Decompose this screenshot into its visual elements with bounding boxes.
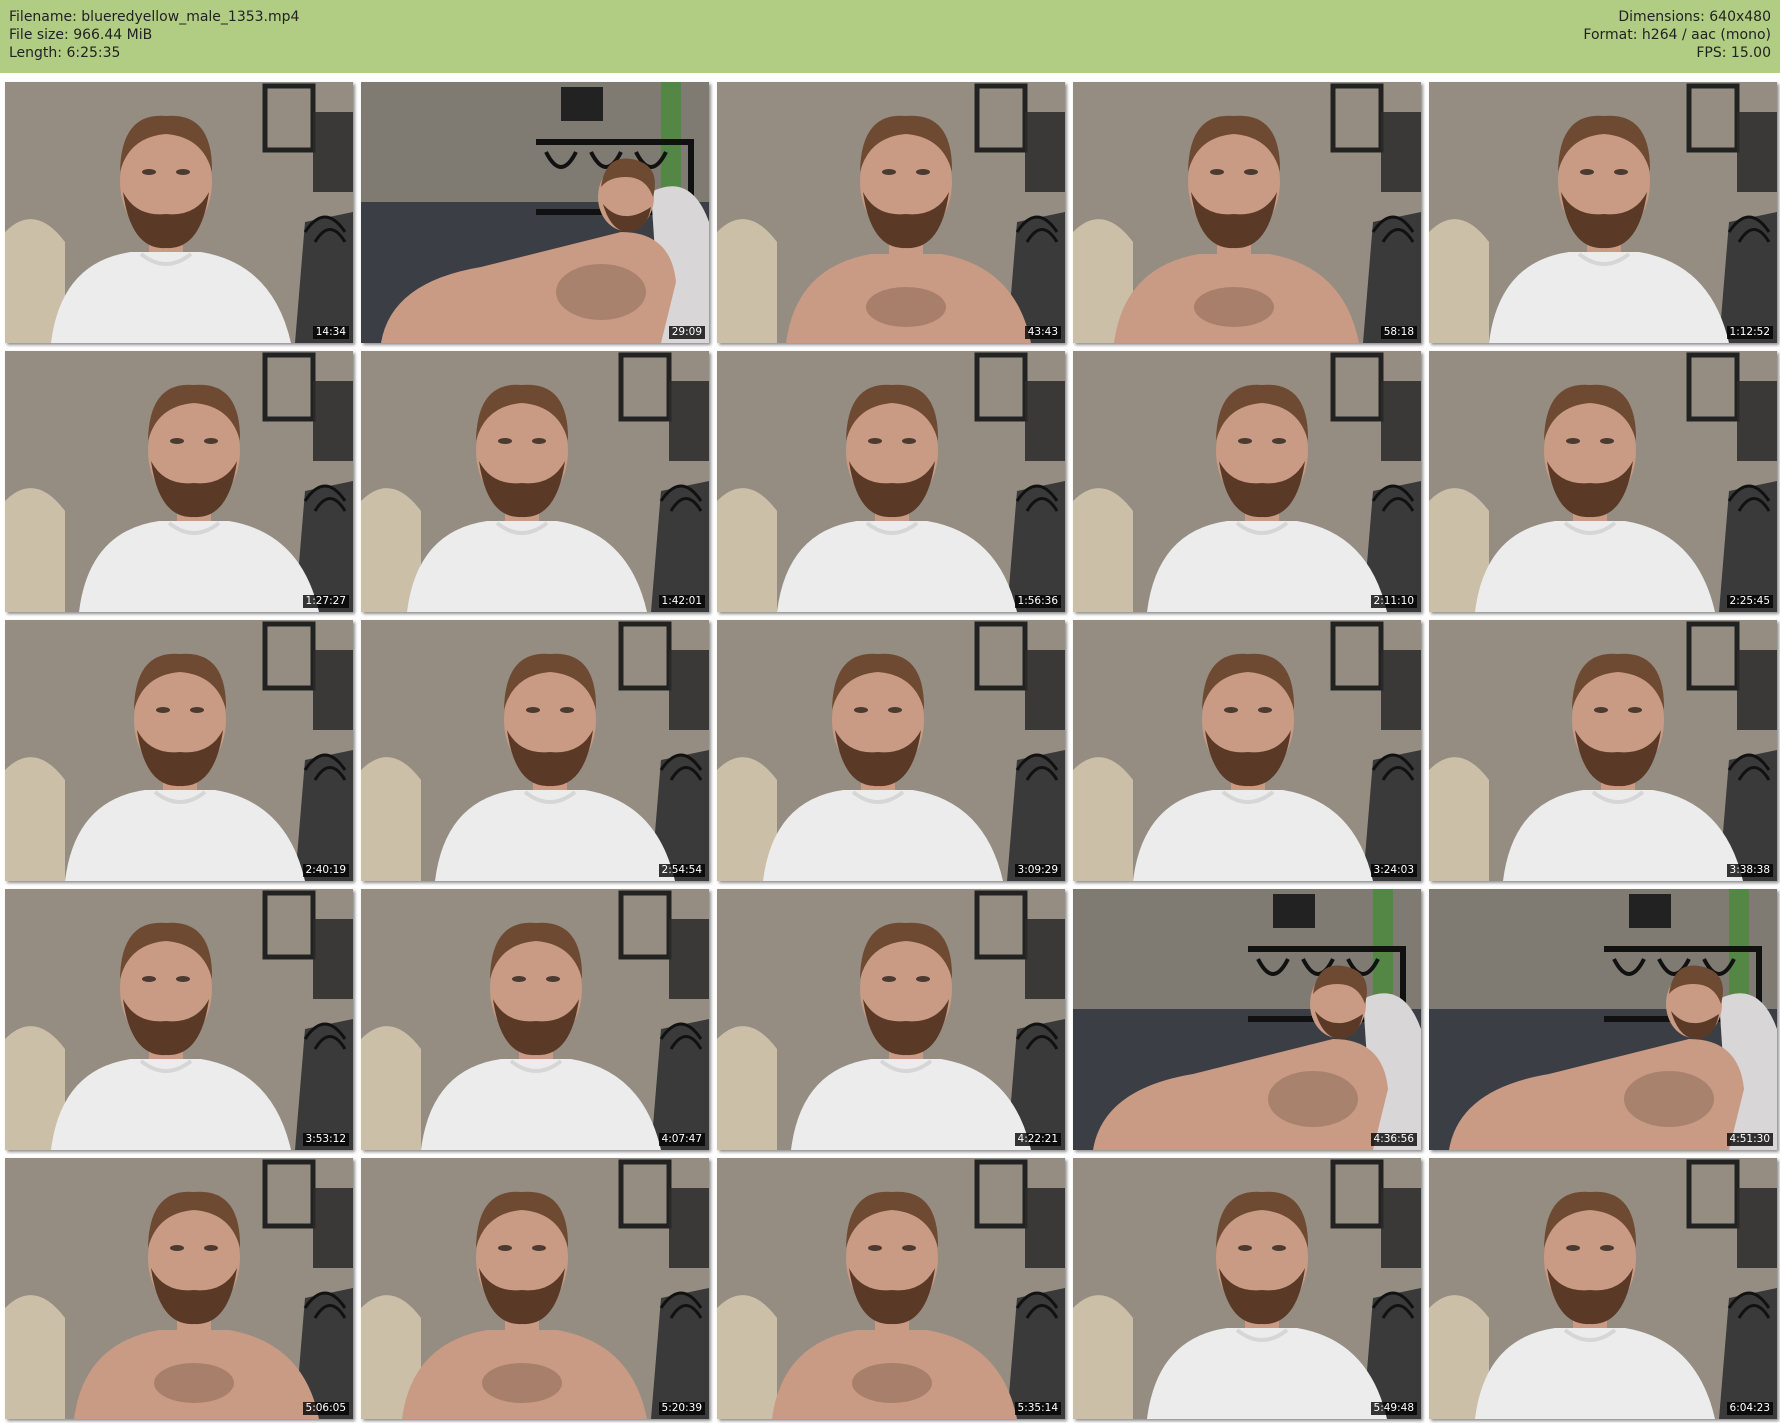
- video-thumbnail: 4:07:47: [361, 889, 709, 1150]
- timestamp-label: 1:56:36: [1014, 595, 1061, 608]
- timestamp-label: 1:27:27: [302, 595, 349, 608]
- video-frame-image: [5, 351, 353, 612]
- video-thumbnail: 1:27:27: [5, 351, 353, 612]
- dimensions-text: Dimensions: 640x480: [1618, 9, 1771, 25]
- timestamp-label: 6:04:23: [1726, 1402, 1773, 1415]
- video-thumbnail: 1:12:52: [1429, 82, 1777, 343]
- timestamp-label: 2:25:45: [1726, 595, 1773, 608]
- video-frame-image: [717, 1158, 1065, 1419]
- video-thumbnail: 43:43: [717, 82, 1065, 343]
- video-thumbnail: 5:49:48: [1073, 1158, 1421, 1419]
- metadata-left: Filename: blueredyellow_male_1353.mp4 Fi…: [9, 8, 299, 62]
- timestamp-label: 4:51:30: [1726, 1133, 1773, 1146]
- video-thumbnail: 2:54:54: [361, 620, 709, 881]
- video-thumbnail: 5:06:05: [5, 1158, 353, 1419]
- timestamp-label: 5:49:48: [1370, 1402, 1417, 1415]
- video-frame-image: [361, 889, 709, 1150]
- video-thumbnail: 5:20:39: [361, 1158, 709, 1419]
- timestamp-label: 5:06:05: [302, 1402, 349, 1415]
- video-frame-image: [1073, 82, 1421, 343]
- video-thumbnail: 6:04:23: [1429, 1158, 1777, 1419]
- timestamp-label: 2:11:10: [1370, 595, 1417, 608]
- video-frame-image: [1429, 1158, 1777, 1419]
- timestamp-label: 3:24:03: [1370, 864, 1417, 877]
- video-thumbnail: 4:22:21: [717, 889, 1065, 1150]
- timestamp-label: 3:53:12: [302, 1133, 349, 1146]
- video-thumbnail: 2:11:10: [1073, 351, 1421, 612]
- video-frame-image: [5, 620, 353, 881]
- video-thumbnail: 3:53:12: [5, 889, 353, 1150]
- video-thumbnail: 14:34: [5, 82, 353, 343]
- timestamp-label: 4:36:56: [1370, 1133, 1417, 1146]
- video-frame-image: [717, 620, 1065, 881]
- video-frame-image: [1073, 351, 1421, 612]
- video-thumbnail: 3:09:29: [717, 620, 1065, 881]
- video-thumbnail: 3:38:38: [1429, 620, 1777, 881]
- info-header: Filename: blueredyellow_male_1353.mp4 Fi…: [0, 0, 1780, 73]
- timestamp-label: 3:38:38: [1726, 864, 1773, 877]
- video-frame-image: [361, 620, 709, 881]
- video-frame-image: [717, 889, 1065, 1150]
- timestamp-label: 29:09: [668, 326, 705, 339]
- video-frame-image: [1429, 889, 1777, 1150]
- video-frame-image: [1073, 1158, 1421, 1419]
- timestamp-label: 5:35:14: [1014, 1402, 1061, 1415]
- metadata-right: Dimensions: 640x480 Format: h264 / aac (…: [1583, 8, 1771, 62]
- video-thumbnail: 3:24:03: [1073, 620, 1421, 881]
- video-thumbnail: 1:56:36: [717, 351, 1065, 612]
- timestamp-label: 2:54:54: [658, 864, 705, 877]
- fps-text: FPS: 15.00: [1696, 45, 1771, 61]
- video-frame-image: [361, 82, 709, 343]
- video-frame-image: [1429, 351, 1777, 612]
- video-frame-image: [1073, 620, 1421, 881]
- video-frame-image: [1429, 82, 1777, 343]
- format-text: Format: h264 / aac (mono): [1583, 27, 1771, 43]
- video-frame-image: [5, 1158, 353, 1419]
- length-text: Length: 6:25:35: [9, 45, 121, 61]
- timestamp-label: 1:12:52: [1726, 326, 1773, 339]
- video-thumbnail: 2:40:19: [5, 620, 353, 881]
- video-thumbnail: 1:42:01: [361, 351, 709, 612]
- filename-text: Filename: blueredyellow_male_1353.mp4: [9, 9, 300, 25]
- video-frame-image: [1073, 889, 1421, 1150]
- video-thumbnail: 2:25:45: [1429, 351, 1777, 612]
- timestamp-label: 58:18: [1380, 326, 1417, 339]
- video-thumbnail: 29:09: [361, 82, 709, 343]
- timestamp-label: 1:42:01: [658, 595, 705, 608]
- timestamp-label: 4:07:47: [658, 1133, 705, 1146]
- video-frame-image: [5, 82, 353, 343]
- thumbnail-grid: 14:34 29:09 43:43 58:18 1:12:52 1:27:27 …: [0, 73, 1780, 1423]
- video-thumbnail: 4:36:56: [1073, 889, 1421, 1150]
- video-frame-image: [1429, 620, 1777, 881]
- video-thumbnail: 58:18: [1073, 82, 1421, 343]
- video-frame-image: [361, 351, 709, 612]
- timestamp-label: 3:09:29: [1014, 864, 1061, 877]
- filesize-text: File size: 966.44 MiB: [9, 27, 153, 43]
- video-frame-image: [717, 82, 1065, 343]
- timestamp-label: 14:34: [312, 326, 349, 339]
- video-frame-image: [5, 889, 353, 1150]
- video-thumbnail: 5:35:14: [717, 1158, 1065, 1419]
- video-frame-image: [361, 1158, 709, 1419]
- timestamp-label: 5:20:39: [658, 1402, 705, 1415]
- timestamp-label: 2:40:19: [302, 864, 349, 877]
- timestamp-label: 43:43: [1024, 326, 1061, 339]
- timestamp-label: 4:22:21: [1014, 1133, 1061, 1146]
- video-thumbnail: 4:51:30: [1429, 889, 1777, 1150]
- video-frame-image: [717, 351, 1065, 612]
